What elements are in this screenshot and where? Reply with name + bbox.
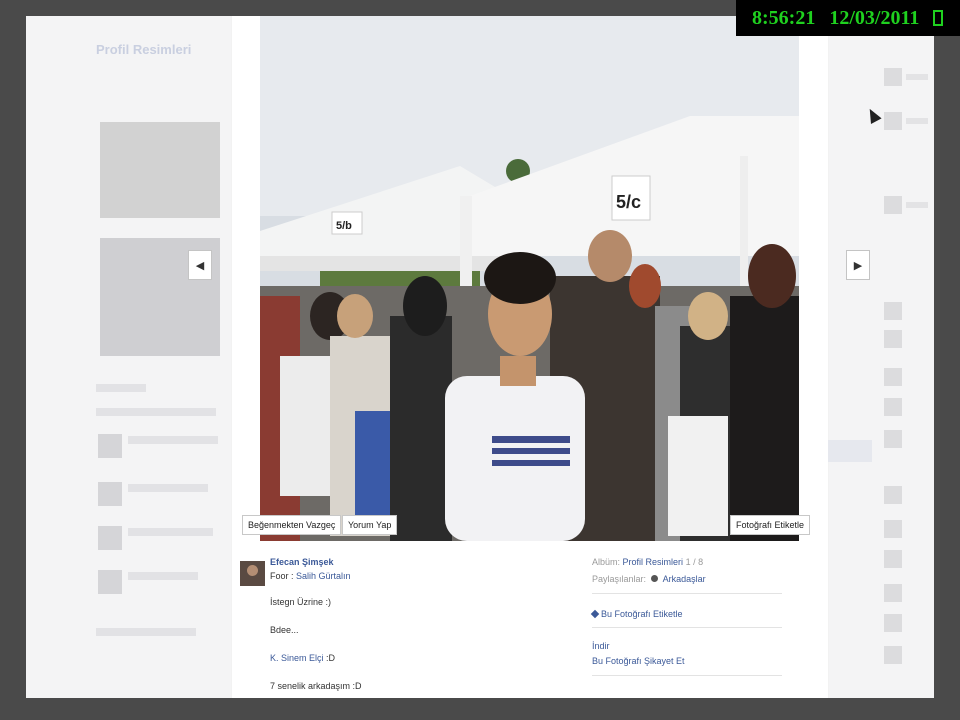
avatar[interactable]: [240, 561, 265, 586]
caption-line: İstegn Üzrine :): [270, 597, 332, 607]
background-avatar: [98, 434, 122, 458]
clock-time: 8:56:21: [752, 6, 816, 29]
unlike-button[interactable]: Beğenmekten Vazgeç: [242, 515, 342, 535]
background-avatar: [884, 196, 902, 214]
background-avatar: [884, 112, 902, 130]
album-label: Albüm:: [592, 557, 621, 567]
with-line: Foor : Salih Gürtalın: [270, 571, 351, 581]
timestamp-overlay: 8:56:21 12/03/2011: [736, 0, 960, 36]
chevron-right-icon: ▶: [853, 259, 863, 272]
caption-line: 7 senelik arkadaşım :D: [270, 681, 362, 691]
divider: [592, 627, 782, 628]
author-link[interactable]: Efecan Şimşek: [270, 557, 334, 567]
background-avatar: [98, 570, 122, 594]
background-avatar: [884, 68, 902, 86]
background-avatar: [884, 302, 902, 320]
background-text-line: [906, 202, 928, 208]
background-text-line: [128, 436, 218, 444]
background-avatar: [884, 614, 902, 632]
screen: Profil Resimleri 5/c 5/b Beğenmekten Vaz…: [26, 16, 934, 698]
background-avatar: [884, 550, 902, 568]
album-link[interactable]: Profil Resimleri: [623, 557, 684, 567]
tag-this-photo-label: Bu Fotoğrafı Etiketle: [601, 609, 683, 619]
background-text-line: [906, 74, 928, 80]
shared-line: Paylaşılanlar: Arkadaşlar: [592, 574, 706, 584]
tag-icon: [590, 609, 600, 619]
photo-image: 5/c 5/b: [260, 16, 799, 541]
svg-text:5/c: 5/c: [616, 192, 641, 212]
shared-label: Paylaşılanlar:: [592, 574, 647, 584]
tag-photo-button[interactable]: Fotoğrafı Etiketle: [730, 515, 811, 535]
previous-photo-button[interactable]: ◀: [188, 250, 212, 280]
svg-text:5/b: 5/b: [336, 220, 352, 232]
caption-suffix: :D: [326, 653, 336, 663]
background-text-line: [128, 572, 198, 580]
album-line: Albüm: Profil Resimleri 1 / 8: [592, 557, 703, 567]
caption-line: Bdee...: [270, 625, 299, 635]
background-avatar: [884, 486, 902, 504]
with-name[interactable]: Salih Gürtalın: [296, 571, 351, 581]
comment-button[interactable]: Yorum Yap: [342, 515, 398, 535]
divider: [592, 675, 782, 676]
background-avatar: [98, 482, 122, 506]
next-photo-button[interactable]: ▶: [846, 250, 870, 280]
tag-this-photo-link[interactable]: Bu Fotoğrafı Etiketle: [590, 609, 683, 619]
clock-date: 12/03/2011: [829, 6, 920, 29]
background-avatar: [884, 430, 902, 448]
shared-with-link[interactable]: Arkadaşlar: [663, 574, 706, 584]
background-avatar: [884, 398, 902, 416]
with-prefix: Foor :: [270, 571, 294, 581]
background-text-line: [128, 528, 213, 536]
download-link[interactable]: İndir: [592, 641, 610, 651]
background-thumbnail: [100, 122, 220, 218]
background-avatar: [884, 330, 902, 348]
background-avatar: [884, 646, 902, 664]
friends-icon: [650, 575, 658, 582]
photo[interactable]: 5/c 5/b: [260, 16, 799, 541]
background-text-line: [96, 628, 196, 636]
photo-info: Efecan Şimşek Foor : Salih Gürtalın İste…: [232, 541, 828, 698]
background-avatar: [98, 526, 122, 550]
background-button: [828, 440, 872, 462]
background-left-column: Profil Resimleri: [26, 16, 231, 698]
divider: [592, 593, 782, 594]
background-avatar: [884, 368, 902, 386]
caption-line: K. Sinem Elçi :D: [270, 653, 335, 663]
record-indicator-icon: [933, 10, 944, 26]
background-text-line: [96, 384, 146, 392]
background-avatar: [884, 584, 902, 602]
album-count: 1 / 8: [685, 557, 704, 567]
background-page-title: Profil Resimleri: [96, 42, 192, 57]
background-text-line: [906, 118, 928, 124]
background-avatar: [884, 520, 902, 538]
chevron-left-icon: ◀: [195, 259, 205, 272]
background-text-line: [96, 408, 216, 416]
background-text-line: [128, 484, 208, 492]
mention-link[interactable]: K. Sinem Elçi: [270, 653, 324, 663]
report-photo-link[interactable]: Bu Fotoğrafı Şikayet Et: [592, 656, 685, 666]
